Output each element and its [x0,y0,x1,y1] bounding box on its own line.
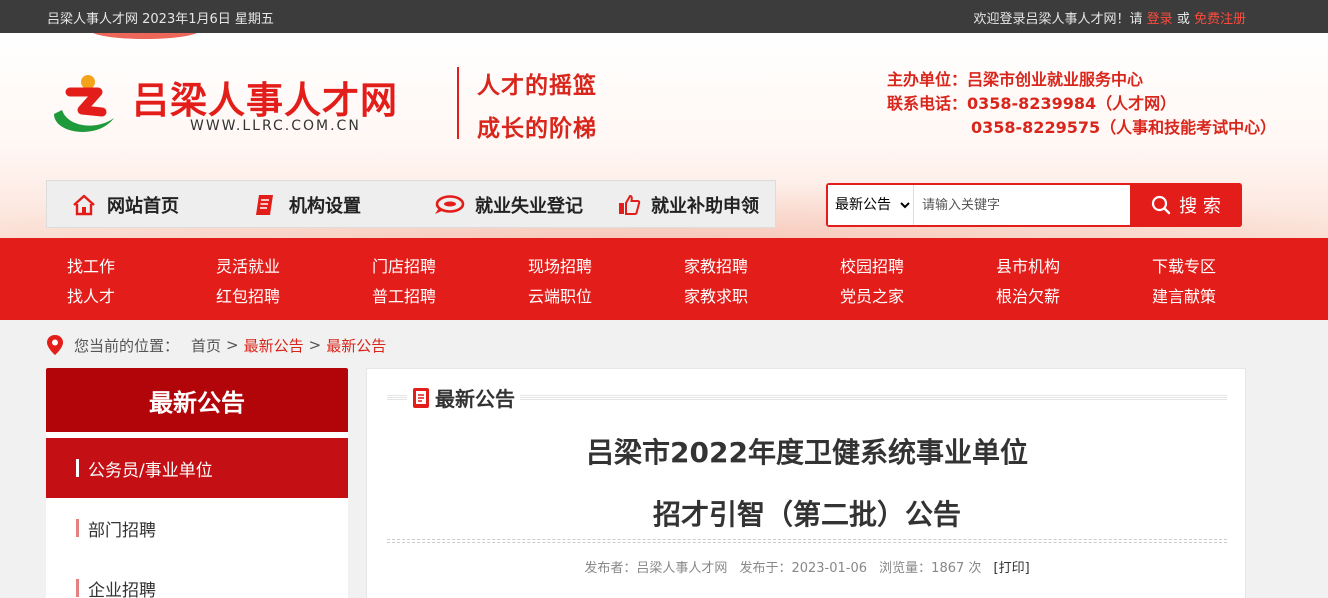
sidebar-item-label: 公务员/事业单位 [88,460,213,481]
sidebar-title: 最新公告 [46,368,348,432]
search-button[interactable]: 搜 索 [1130,183,1242,227]
category-party-members-home[interactable]: 党员之家 [840,283,904,307]
article-panel: 最新公告 吕梁市2022年度卫健系统事业单位 招才引智（第二批）公告 发布者：吕… [366,368,1246,598]
site-logo-icon[interactable] [48,70,118,140]
category-downloads[interactable]: 下载专区 [1152,253,1216,277]
notice-book-icon [413,387,429,408]
nav-employment-registration-label: 就业失业登记 [475,196,583,217]
site-url: WWW.LLRC.COM.CN [190,118,361,134]
category-find-job[interactable]: 找工作 [67,253,115,277]
article-title-line-2: 招才引智（第二批）公告 [652,498,961,531]
article-meta: 发布者：吕梁人事人才网 发布于：2023-01-06 浏览量：1867 次 [打… [367,557,1247,576]
or-text: 或 [1176,12,1190,27]
category-county-agencies[interactable]: 县市机构 [996,253,1060,277]
sidebar-item-department-recruitment[interactable]: 部门招聘 [46,498,348,558]
category-flexible-employment[interactable]: 灵活就业 [216,253,280,277]
article-view-count: 浏览量：1867 次 [879,561,982,576]
category-nav: 找工作 灵活就业 门店招聘 现场招聘 家教招聘 校园招聘 县市机构 下载专区 找… [0,238,1328,320]
category-onsite-recruitment[interactable]: 现场招聘 [528,253,592,277]
article-publisher: 发布者：吕梁人事人才网 [584,561,728,576]
nav-organization[interactable]: 机构设置 [253,181,361,229]
nav-subsidy-application[interactable]: 就业补助申领 [617,181,759,229]
login-link[interactable]: 登录 [1147,12,1173,27]
house-icon [73,194,95,216]
section-label-text: 最新公告 [435,387,515,411]
document-icon [256,195,273,215]
decorative-swoosh [90,33,200,39]
welcome-text: 欢迎登录吕梁人事人才网！请 [973,12,1143,27]
site-name[interactable]: 吕梁人事人才网 [132,70,398,124]
nav-organization-label: 机构设置 [289,196,361,217]
sidebar-item-marker [76,579,79,597]
sidebar-item-label: 企业招聘 [88,580,156,598]
nav-subsidy-application-label: 就业补助申领 [651,196,759,217]
breadcrumb: 您当前的位置： 首页 > 最新公告 > 最新公告 [46,331,386,359]
category-campus-recruitment[interactable]: 校园招聘 [840,253,904,277]
nav-home[interactable]: 网站首页 [71,181,179,229]
breadcrumb-home[interactable]: 首页 [191,335,221,356]
category-store-recruitment[interactable]: 门店招聘 [372,253,436,277]
article-section-header: 最新公告 [387,383,1227,412]
speech-bubble-icon [435,195,465,214]
breadcrumb-separator: > [226,336,239,354]
category-suggestions[interactable]: 建言献策 [1152,283,1216,307]
sidebar-item-marker [76,519,79,537]
section-label: 最新公告 [407,383,520,412]
thumbs-up-icon [619,194,641,215]
sidebar-item-marker [76,459,79,477]
register-link[interactable]: 免费注册 [1194,12,1246,27]
category-wage-arrears[interactable]: 根治欠薪 [996,283,1060,307]
sidebar-item-civil-servant[interactable]: 公务员/事业单位 [46,438,348,498]
breadcrumb-separator: > [308,336,322,354]
article-published-date: 发布于：2023-01-06 [739,561,868,576]
category-tutor-job-seeking[interactable]: 家教求职 [684,283,748,307]
print-link[interactable]: [打印] [994,561,1030,576]
article-divider [387,539,1227,543]
contact-phone-1: 联系电话：0358-8239984（人才网） [887,94,1177,113]
slogan-line-1: 人才的摇篮 [477,72,597,99]
search-input[interactable] [922,185,1132,225]
search-icon [1152,195,1171,215]
category-general-worker-recruitment[interactable]: 普工招聘 [372,283,436,307]
location-pin-icon [47,335,63,355]
sidebar-item-enterprise-recruitment[interactable]: 企业招聘 [46,558,348,598]
article-title-line-1: 吕梁市2022年度卫健系统事业单位 [586,436,1028,469]
sidebar-item-label: 部门招聘 [88,520,156,541]
breadcrumb-level-2[interactable]: 最新公告 [326,335,386,356]
logo-divider [457,67,459,139]
nav-home-label: 网站首页 [107,196,179,217]
category-tutor-recruitment[interactable]: 家教招聘 [684,253,748,277]
breadcrumb-level-1[interactable]: 最新公告 [244,335,304,356]
sidebar: 最新公告 公务员/事业单位 部门招聘 企业招聘 [46,368,348,598]
search-box: 最新公告 搜 索 [826,183,1242,227]
slogan-line-2: 成长的阶梯 [477,115,597,142]
site-date-text: 吕梁人事人才网 2023年1月6日 星期五 [47,12,274,27]
breadcrumb-prefix: 您当前的位置： [74,336,180,355]
category-cloud-positions[interactable]: 云端职位 [528,283,592,307]
category-find-talent[interactable]: 找人才 [67,283,115,307]
search-category-select[interactable]: 最新公告 [828,185,914,225]
nav-employment-registration[interactable]: 就业失业登记 [433,181,583,229]
top-bar: 吕梁人事人才网 2023年1月6日 星期五 欢迎登录吕梁人事人才网！请 登录 或… [0,0,1328,33]
contact-phone-2: 0358-8229575（人事和技能考试中心） [971,118,1277,137]
primary-nav: 网站首页 机构设置 就业失业登记 就业补助申领 [46,180,776,228]
category-red-packet-recruitment[interactable]: 红包招聘 [216,283,280,307]
search-button-label: 搜 索 [1179,196,1221,217]
welcome-area: 欢迎登录吕梁人事人才网！请 登录 或 免费注册 [974,8,1246,27]
contact-info: 主办单位：吕梁市创业就业服务中心 联系电话：0358-8239984（人才网） … [887,68,1276,140]
host-organization: 主办单位：吕梁市创业就业服务中心 [887,70,1144,89]
